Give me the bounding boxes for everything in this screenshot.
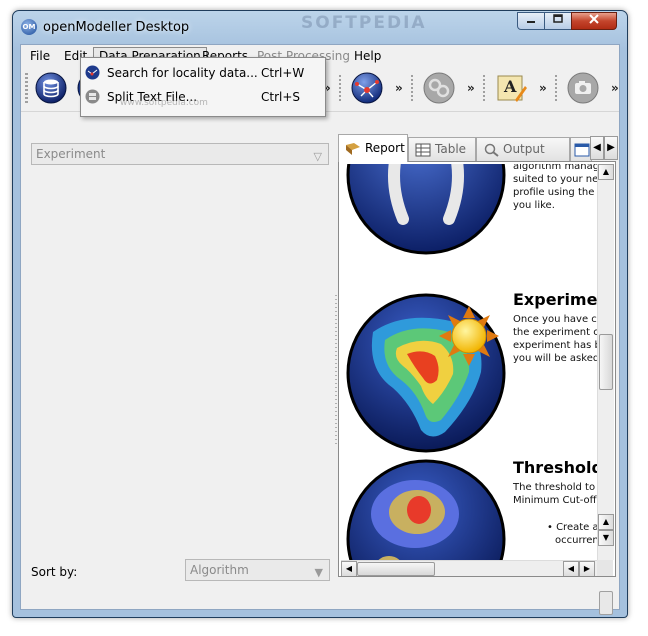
scroll-page-up-button[interactable]: ▲ [598,514,614,530]
watermark-url: www.softpedia.com [120,98,208,108]
text-editor-icon[interactable]: A [495,72,527,104]
chevron-left-icon: ◀ [345,564,353,573]
watermark: SOFTPEDIA [301,13,427,33]
close-icon [589,14,599,24]
close-button[interactable] [571,12,617,30]
toolbar-separator[interactable] [555,75,557,103]
data-preparation-menu: Search for locality data... Ctrl+W Split… [80,57,326,117]
chevron-down-icon: ▼ [314,566,323,579]
experiment-map-globe-icon [346,293,506,453]
maximize-icon [553,14,563,23]
title-bar[interactable]: OM openModeller Desktop SOFTPEDIA [13,11,627,45]
toolbar-separator[interactable] [339,75,341,103]
menu-help[interactable]: Help [349,47,386,65]
section1-line: profile using the [513,187,595,198]
toolbar-overflow-5[interactable]: » [611,81,619,95]
svg-text:A: A [503,77,517,96]
section1-line: algorithm manag [513,164,597,172]
minimize-icon [527,21,535,23]
window-icon [574,143,590,156]
toolbar-separator[interactable] [483,75,485,103]
report-icon [346,142,360,155]
section3-bullet-continued: occurren [555,535,597,546]
sort-by-label: Sort by: [31,565,78,579]
scrollbar-corner [597,560,613,576]
section3-line: The threshold to [513,482,596,493]
threshold-globe-icon [346,459,506,560]
scroll-left-button[interactable]: ◀ [341,561,357,576]
section3-heading: Threshold [513,458,597,477]
minimize-button[interactable] [517,12,545,30]
section2-heading: Experime [513,290,597,309]
chevron-up-icon: ▲ [602,167,610,176]
menu-file[interactable]: File [25,47,55,65]
scroll-thumb[interactable] [599,334,613,390]
report-content: algorithm manag suited to your ne profil… [341,164,597,560]
database-icon[interactable] [35,72,67,104]
section2-line: Once you have c [513,314,597,325]
panel-splitter[interactable] [335,295,337,445]
menu-item-search-locality[interactable]: Search for locality data... Ctrl+W [83,62,321,84]
report-vertical-scrollbar[interactable]: ▲ ▲ ▼ [597,164,614,560]
scroll-right-button[interactable]: ▶ [579,561,595,576]
tab-report[interactable]: Report [338,134,408,162]
report-horizontal-scrollbar[interactable]: ◀ ◀ ▶ [341,560,597,576]
chevron-down-icon: ▽ [313,150,322,163]
chevron-left-icon: ◀ [567,564,575,573]
chevron-left-icon: ◀ [593,142,601,153]
maximize-button[interactable] [544,12,572,30]
toolbar-grip[interactable] [25,73,28,103]
toolbar-overflow-4[interactable]: » [539,81,547,95]
camera-icon[interactable] [567,72,599,104]
section2-line: experiment has b [513,340,597,351]
client-area: File Edit Data Preparation Reports Post … [20,44,620,615]
chevron-right-icon: ▶ [607,142,615,153]
sort-by-combo[interactable]: Algorithm ▼ [185,559,330,581]
section3-line: Minimum Cut-off [513,495,597,506]
tab-scroll-left[interactable]: ◀ [590,136,604,160]
section2-line: the experiment c [513,327,597,338]
report-tabs: Report Table Output Map ◀ ▶ [338,133,618,178]
split-file-icon [85,89,100,104]
algorithm-globe-icon [346,164,506,255]
sort-by-value: Algorithm [190,563,249,577]
gears-icon[interactable] [423,72,455,104]
app-icon: OM [21,19,37,35]
horizontal-scroll-thumb[interactable] [357,562,435,576]
tab-extra[interactable] [570,137,592,161]
tab-table[interactable]: Table [408,137,476,161]
scroll-up-button[interactable]: ▲ [598,164,614,180]
table-icon [415,143,431,156]
globe-search-icon [85,65,100,80]
tab-scroll-right[interactable]: ▶ [604,136,618,160]
chevron-right-icon: ▶ [583,564,591,573]
report-view[interactable]: algorithm manag suited to your ne profil… [338,161,616,577]
section1-line: you like. [513,200,555,211]
chevron-down-icon: ▼ [602,533,610,542]
section2-line: you will be asked [513,353,597,364]
experiment-combo-value: Experiment [36,147,106,161]
status-bar [21,589,619,615]
experiment-panel: Experiment ▽ Sort by: Algorithm ▼ [31,133,331,587]
toolbar-separator[interactable] [411,75,413,103]
chevron-up-icon: ▲ [602,517,610,526]
section3-bullet: • Create a [547,522,597,533]
toolbar-overflow-3[interactable]: » [467,81,475,95]
scroll-page-left-button[interactable]: ◀ [563,561,579,576]
network-globe-icon[interactable] [351,72,383,104]
toolbar-overflow-2[interactable]: » [395,81,403,95]
scroll-down-button[interactable]: ▼ [598,530,614,546]
report-panel: Report Table Output Map ◀ ▶ [338,133,618,577]
section1-line: suited to your ne [513,174,597,185]
map-icon [484,143,499,157]
status-progress-field [599,591,613,615]
tab-output-map[interactable]: Output Map [476,137,570,178]
window-title: openModeller Desktop [43,20,190,35]
experiment-combo[interactable]: Experiment ▽ [31,143,329,165]
